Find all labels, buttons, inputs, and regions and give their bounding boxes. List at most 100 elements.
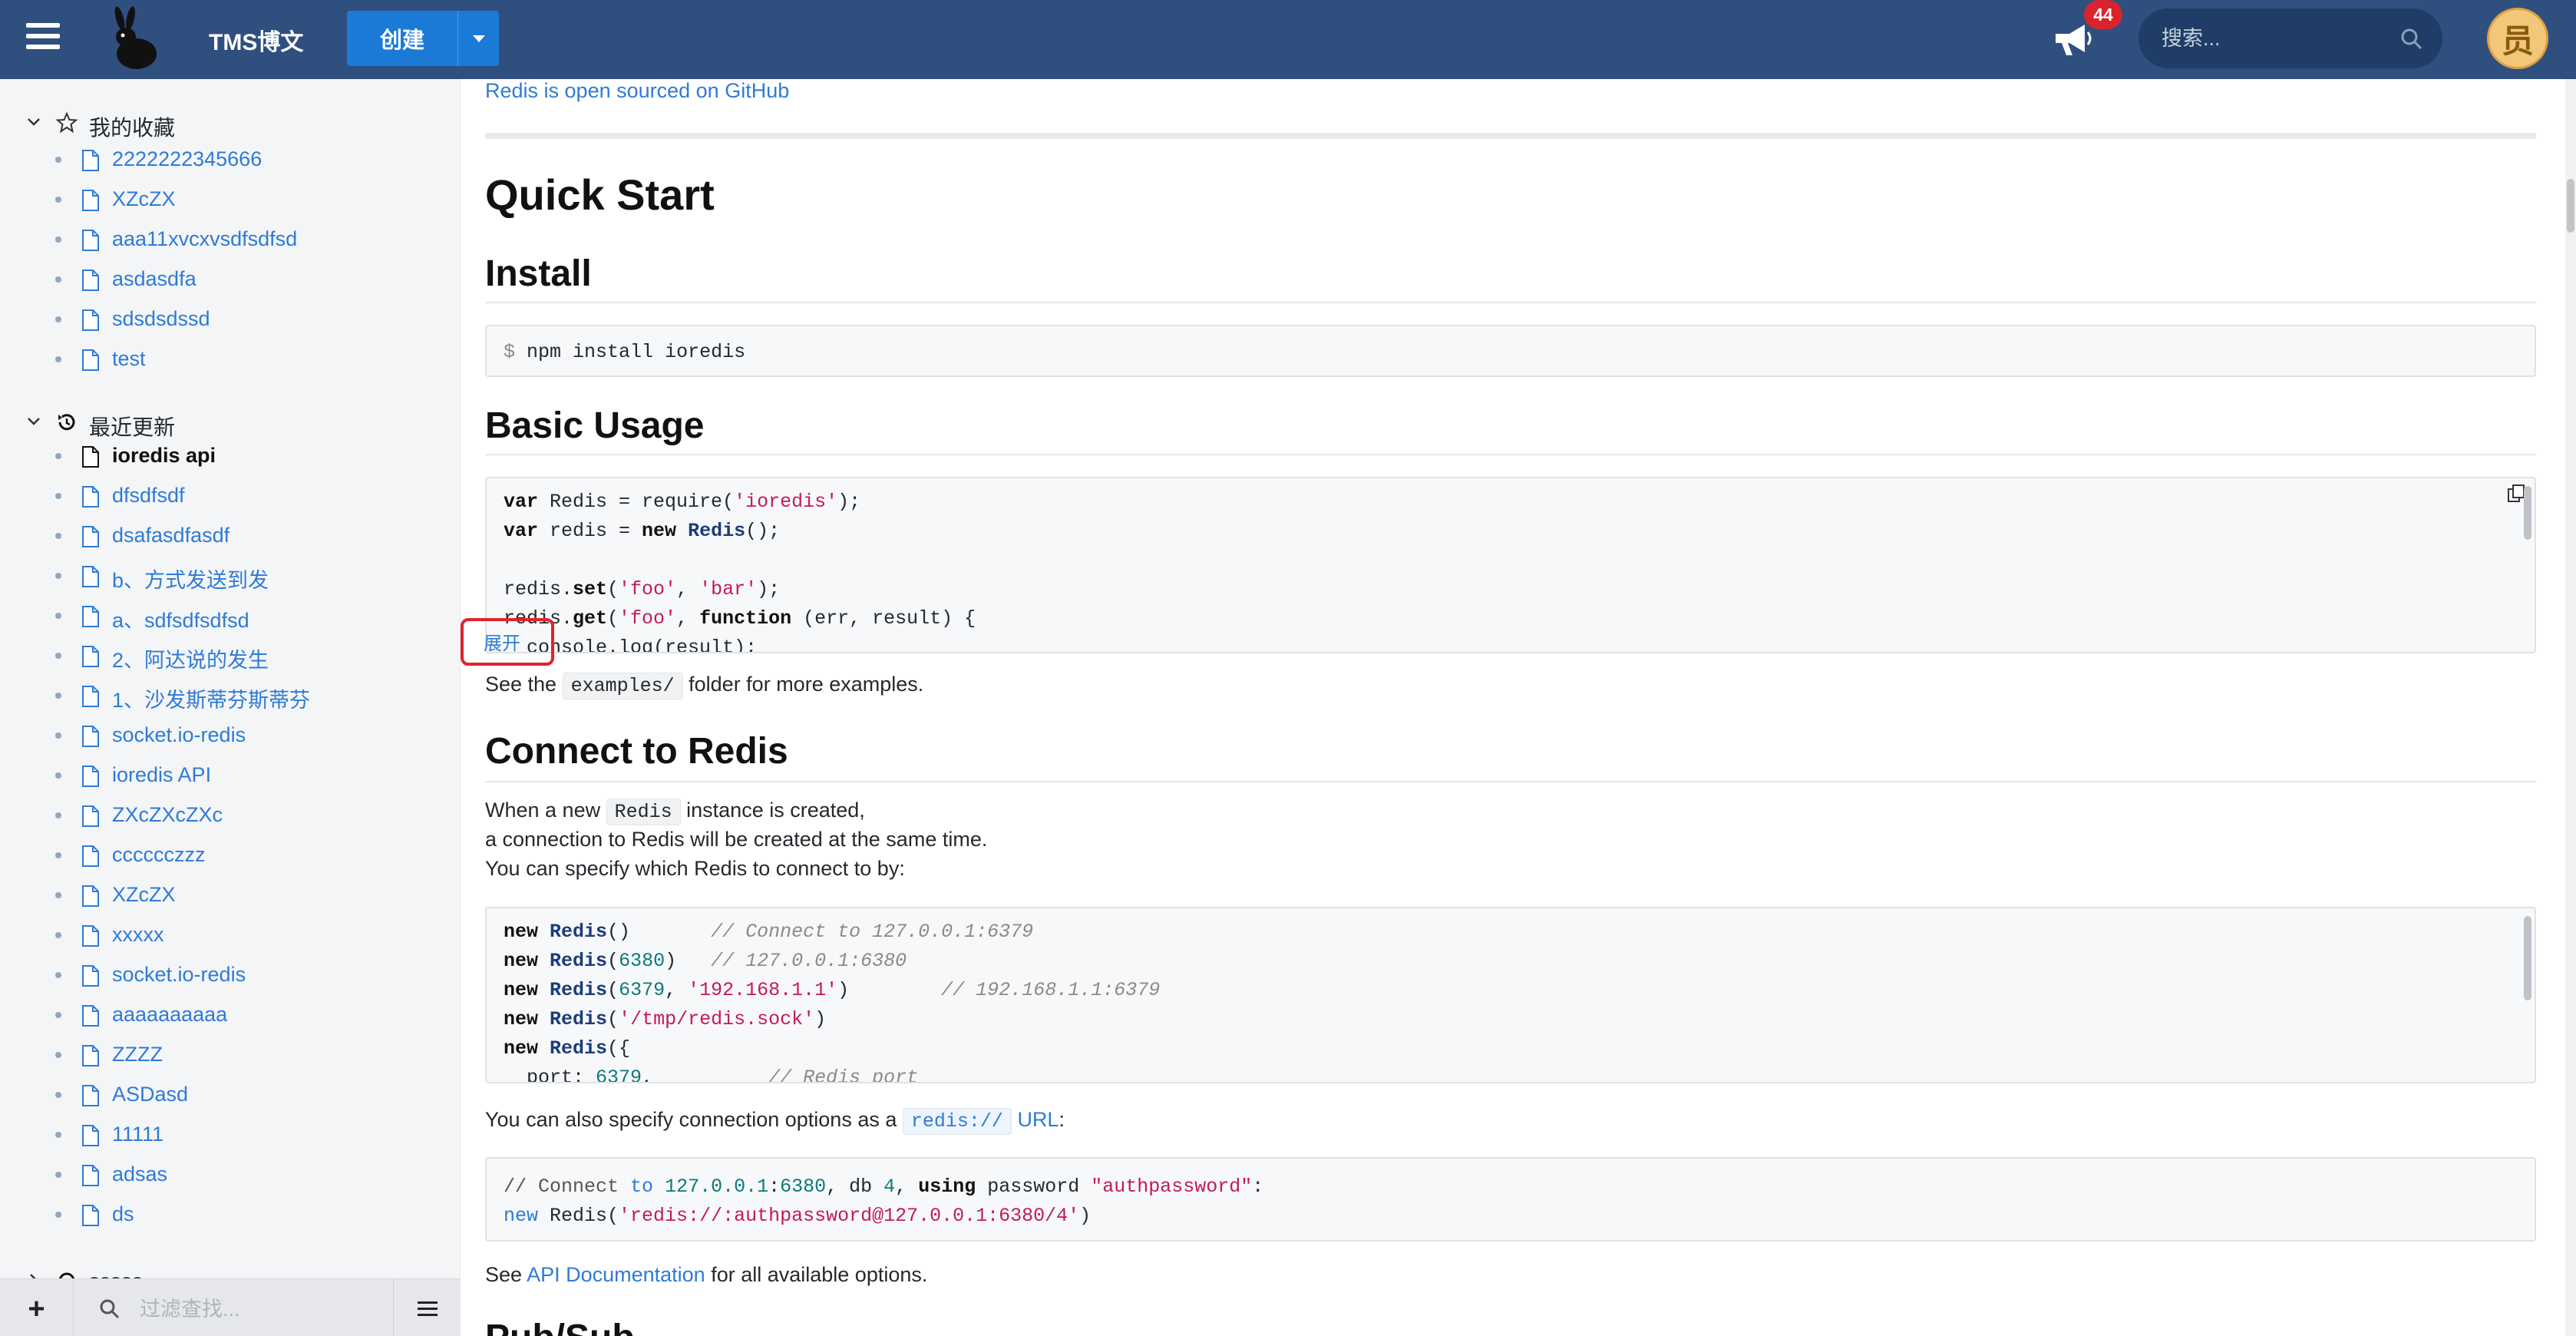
brand-title[interactable]: TMS博文	[209, 23, 303, 57]
tree-item[interactable]: socket.io-redis	[0, 718, 460, 752]
tree-item[interactable]: ioredis api	[0, 438, 460, 472]
document-icon	[82, 566, 99, 587]
add-icon[interactable]: +	[0, 1279, 74, 1336]
tree-item-label[interactable]: ASDasd	[112, 1083, 188, 1106]
bullet-dot	[55, 356, 61, 362]
tree-item-label[interactable]: test	[112, 347, 146, 371]
page-scrollbar-thumb[interactable]	[2567, 179, 2574, 233]
paragraph-url: You can also specify connection options …	[485, 1108, 1065, 1135]
tree-item-label[interactable]: aaa11xvcxvsdfsdfsd	[112, 227, 297, 251]
text: :	[1058, 1108, 1065, 1131]
tree-item-label[interactable]: ioredis api	[112, 444, 216, 468]
tree-item-label[interactable]: ioredis API	[112, 763, 211, 787]
tree-item[interactable]: 2222222345666	[0, 142, 460, 176]
tree-item-label[interactable]: dsafasdfasdf	[112, 524, 230, 547]
tree-item-label[interactable]: sdsdsdssd	[112, 307, 210, 331]
rabbit-logo-icon[interactable]	[100, 6, 169, 75]
star-icon	[55, 111, 78, 134]
tree-item[interactable]: ZXcZXcZXc	[0, 798, 460, 832]
heading-pubsub: Pub/Sub	[485, 1317, 2536, 1336]
bullet-dot	[55, 653, 61, 659]
tree-item[interactable]: adsas	[0, 1157, 460, 1191]
create-button[interactable]: 创建	[347, 11, 499, 66]
tree-item[interactable]: aaaaaaaaaa	[0, 997, 460, 1031]
paragraph-examples: See the examples/ folder for more exampl…	[485, 673, 923, 699]
hamburger-menu-icon[interactable]	[26, 23, 60, 54]
tree-item[interactable]: asdasdfa	[0, 262, 460, 296]
tree-item[interactable]: test	[0, 342, 460, 375]
tree-item-label[interactable]: 2222222345666	[112, 147, 262, 171]
tree-item-label[interactable]: 2、阿达说的发生	[112, 643, 269, 673]
bullet-dot	[55, 1052, 61, 1058]
tree-item-label[interactable]: xxxxx	[112, 923, 164, 947]
document-icon	[82, 1045, 99, 1066]
avatar[interactable]: 员	[2487, 8, 2548, 69]
tree-item[interactable]: 1、沙发斯蒂芬斯蒂芬	[0, 678, 460, 713]
megaphone-icon[interactable]	[2051, 20, 2094, 58]
tree-item-label[interactable]: adsas	[112, 1162, 167, 1186]
section-title: 我的收藏	[89, 116, 176, 140]
tree-item[interactable]: socket.io-redis	[0, 957, 460, 991]
tree-item[interactable]: 11111	[0, 1117, 460, 1151]
tree-item-label[interactable]: ZXcZXcZXc	[112, 803, 223, 827]
tree-item[interactable]: a、sdfsdfsdfsd	[0, 598, 460, 633]
code-block-url: // Connect to 127.0.0.1:6380, db 4, usin…	[485, 1157, 2536, 1242]
tree-item-label[interactable]: dfsdfsdf	[112, 484, 185, 508]
search-input[interactable]	[2162, 8, 2392, 68]
inline-code-redis: Redis	[606, 799, 681, 825]
tree-item-label[interactable]: 11111	[112, 1123, 163, 1146]
tree-item-label[interactable]: XZcZX	[112, 187, 176, 211]
paragraph-connect-2: a connection to Redis will be created at…	[485, 828, 988, 851]
tree-item[interactable]: XZcZX	[0, 182, 460, 216]
list-menu-icon[interactable]	[393, 1279, 460, 1336]
tree-item[interactable]: dfsdfsdf	[0, 478, 460, 512]
url-link[interactable]: URL	[1017, 1108, 1058, 1131]
tree-item-label[interactable]: XZcZX	[112, 883, 176, 907]
bullet-dot	[55, 812, 61, 818]
tree-item-label[interactable]: asdasdfa	[112, 267, 197, 291]
chevron-down-icon[interactable]	[26, 114, 41, 130]
code-scrollbar[interactable]	[2524, 916, 2531, 1000]
tree-item[interactable]: dsafasdfasdf	[0, 518, 460, 552]
tree-item[interactable]: b、方式发送到发	[0, 558, 460, 594]
github-link[interactable]: Redis is open sourced on GitHub	[485, 79, 789, 103]
tree-item[interactable]: ZZZZ	[0, 1037, 460, 1071]
tree-item[interactable]: aaa11xvcxvsdfsdfsd	[0, 222, 460, 256]
tree-item[interactable]: ds	[0, 1197, 460, 1231]
code-block-install: $ npm install ioredis	[485, 325, 2536, 377]
prompt-symbol: $	[504, 341, 516, 363]
notification-badge[interactable]: 44	[2084, 0, 2122, 29]
bullet-dot	[55, 772, 61, 779]
document-icon	[82, 845, 99, 867]
search-box	[2138, 8, 2442, 68]
tree-item-label[interactable]: socket.io-redis	[112, 723, 246, 747]
tree-item-label[interactable]: aaaaaaaaaa	[112, 1003, 227, 1027]
api-documentation-link[interactable]: API Documentation	[527, 1263, 705, 1286]
tree-item[interactable]: XZcZX	[0, 878, 460, 911]
tree-item[interactable]: sdsdsdssd	[0, 302, 460, 336]
create-button-label[interactable]: 创建	[347, 22, 457, 55]
tree-item[interactable]: cccccczzz	[0, 838, 460, 871]
tree-item[interactable]: xxxxx	[0, 918, 460, 951]
tree-item-label[interactable]: cccccczzz	[112, 843, 206, 867]
install-command: npm install ioredis	[527, 341, 746, 363]
code-scrollbar[interactable]	[2524, 486, 2531, 540]
chevron-down-icon[interactable]	[26, 414, 41, 429]
tree-item[interactable]: ioredis API	[0, 758, 460, 792]
tree-item-label[interactable]: 1、沙发斯蒂芬斯蒂芬	[112, 683, 310, 713]
page-scrollbar[interactable]	[2565, 79, 2576, 1336]
create-dropdown-toggle[interactable]	[457, 11, 499, 66]
search-icon[interactable]	[2399, 27, 2424, 51]
expand-button[interactable]: 展开	[484, 628, 520, 655]
tree-item-label[interactable]: b、方式发送到发	[112, 564, 269, 594]
tree-item-label[interactable]: ZZZZ	[112, 1043, 163, 1066]
filter-input[interactable]	[140, 1291, 385, 1327]
tree-item-label[interactable]: socket.io-redis	[112, 963, 246, 987]
document-icon	[82, 1085, 99, 1106]
tree-item-label[interactable]: ds	[112, 1202, 134, 1226]
bullet-dot	[55, 892, 61, 898]
tree-item[interactable]: 2、阿达说的发生	[0, 638, 460, 673]
tree-item-label[interactable]: a、sdfsdfsdfsd	[112, 604, 249, 633]
tree-item[interactable]: ASDasd	[0, 1077, 460, 1111]
text: instance is created,	[686, 799, 865, 822]
